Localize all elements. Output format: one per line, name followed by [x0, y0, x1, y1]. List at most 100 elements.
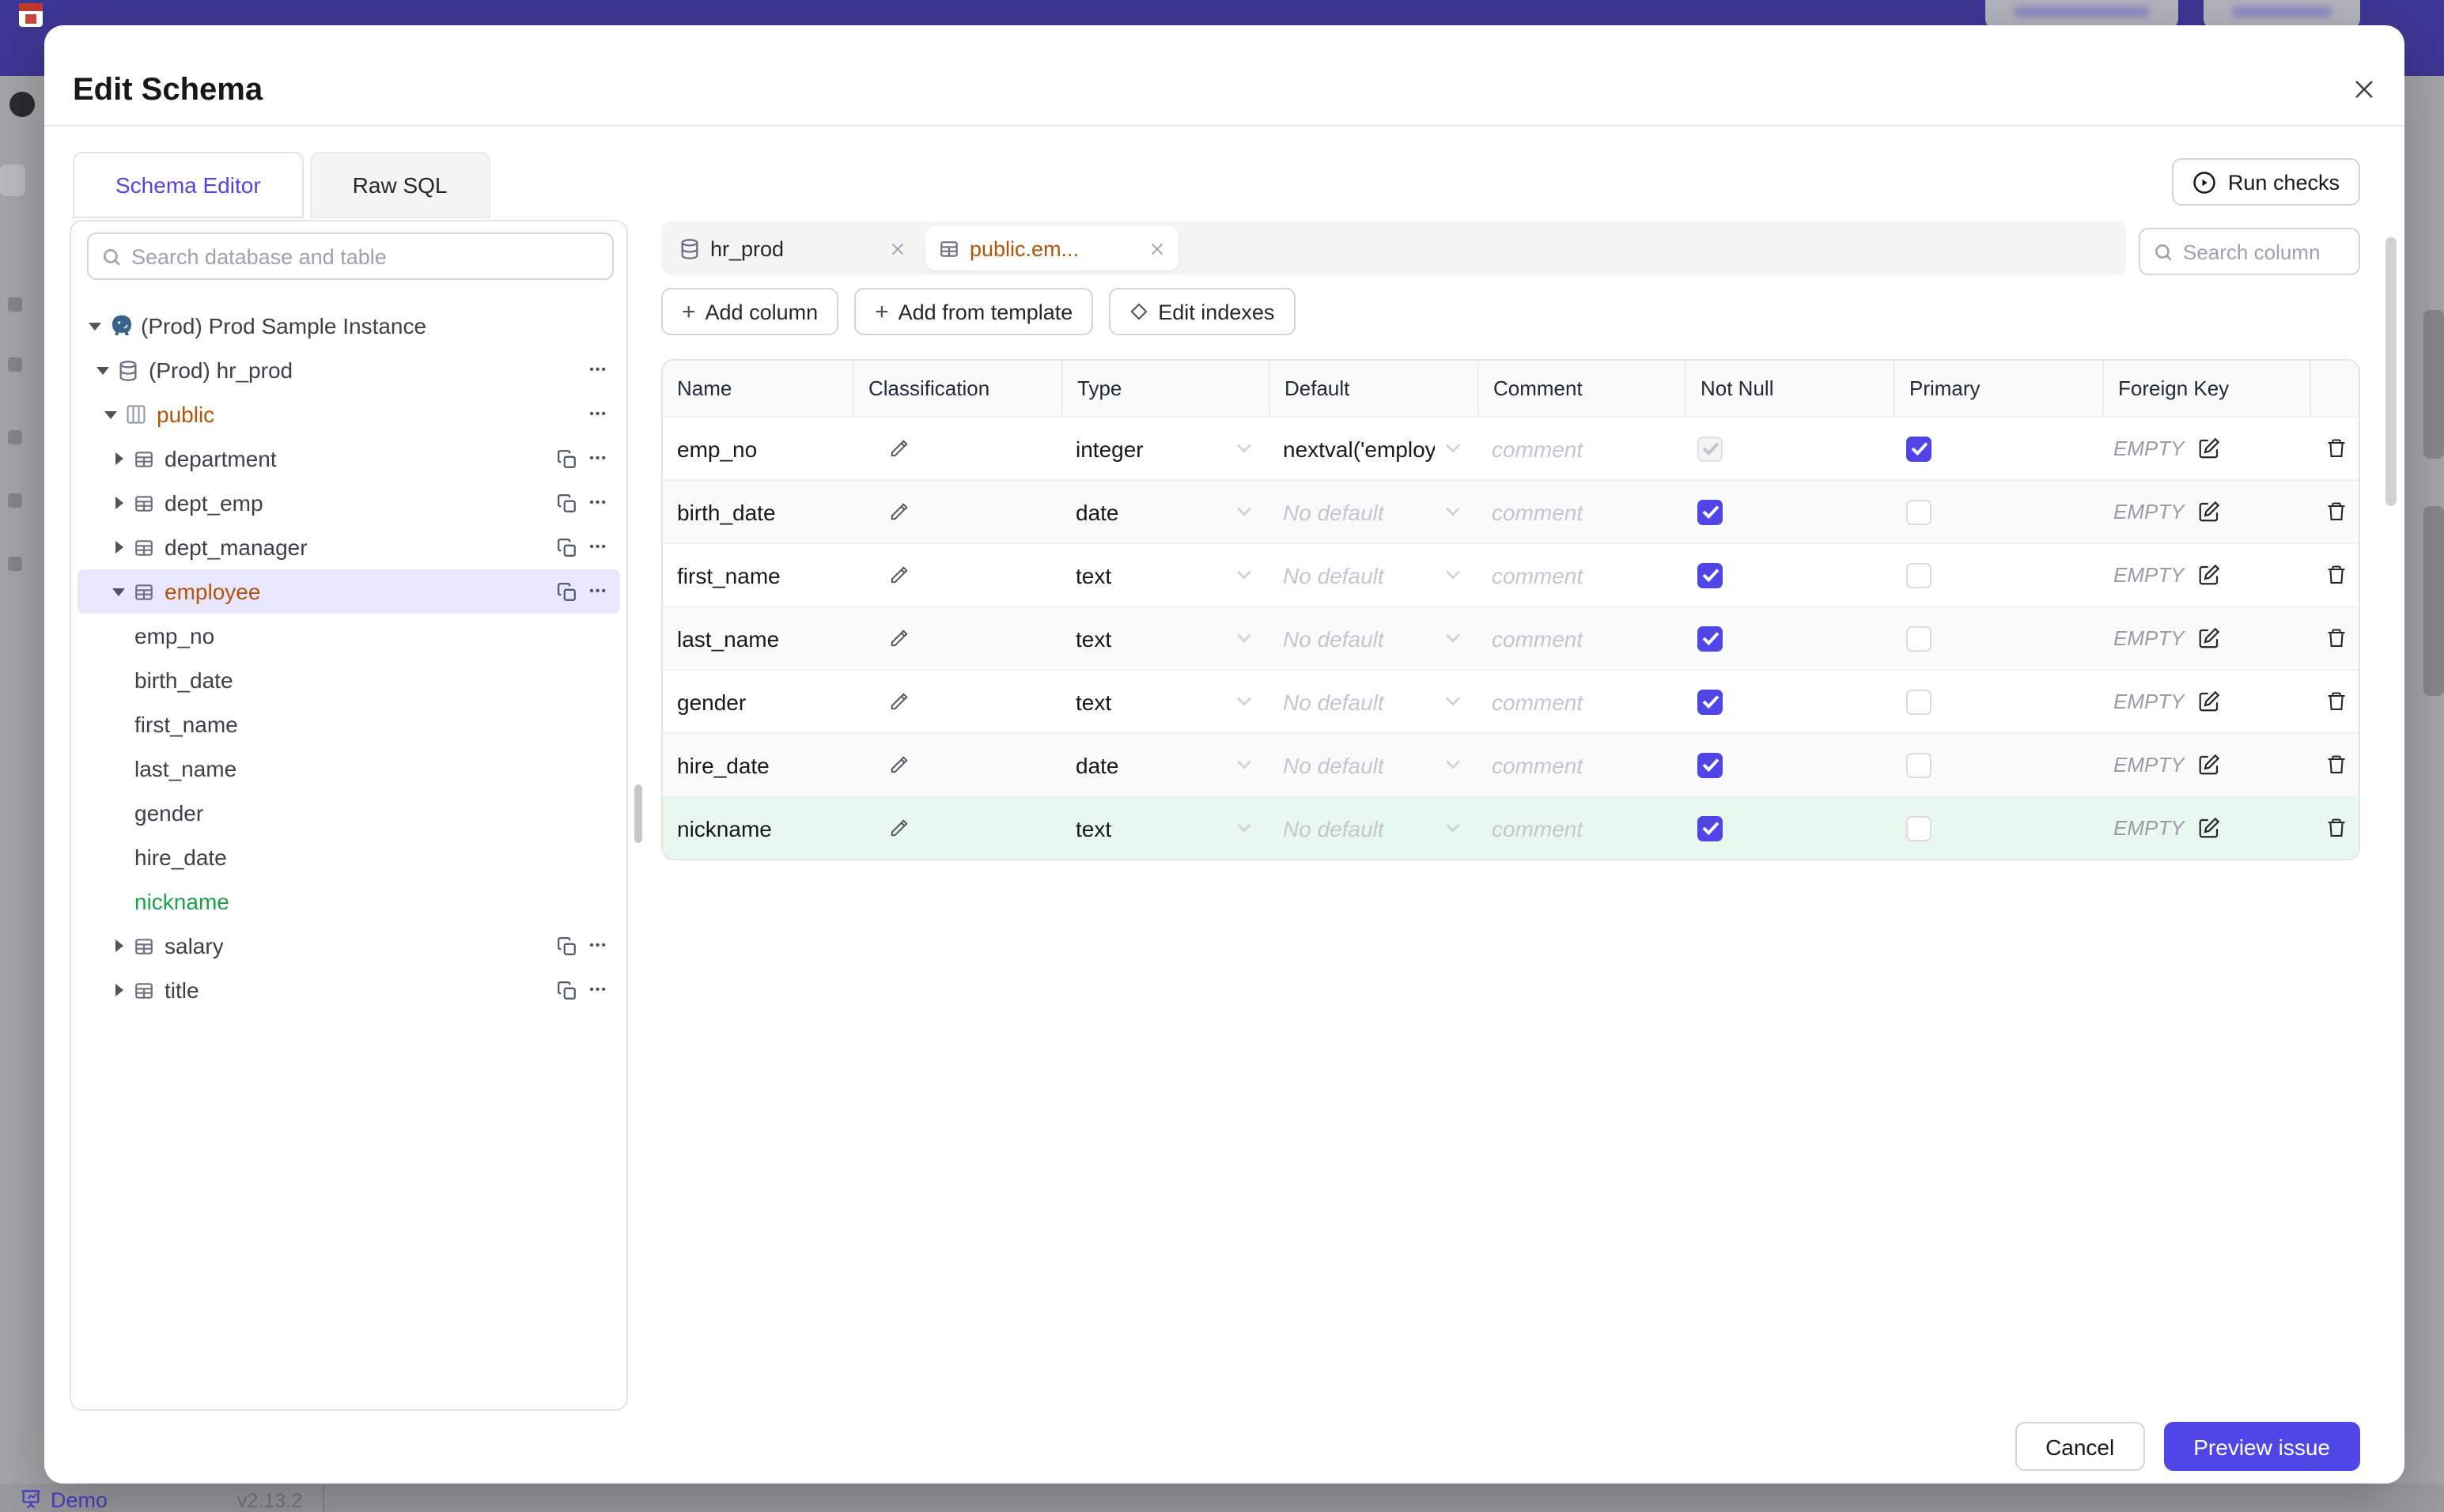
primary-checkbox[interactable]	[1906, 562, 1931, 588]
panel-resizer-handle[interactable]	[634, 784, 642, 843]
type-select[interactable]: integer	[1076, 436, 1269, 461]
edit-foreign-key-icon[interactable]	[2197, 753, 2221, 777]
editor-tab-hr_prod[interactable]: hr_prod	[666, 226, 919, 270]
edit-foreign-key-icon[interactable]	[2197, 563, 2221, 587]
delete-column-icon[interactable]	[2325, 437, 2347, 460]
column-name-field[interactable]: birth_date	[663, 481, 853, 542]
chevron-right-icon[interactable]	[108, 541, 130, 554]
classification-edit-icon[interactable]	[889, 565, 910, 585]
more-menu-icon[interactable]: •••	[589, 362, 607, 378]
default-select[interactable]: No default	[1283, 689, 1477, 714]
comment-input[interactable]: comment	[1492, 689, 1583, 714]
delete-column-icon[interactable]	[2325, 563, 2347, 587]
edit-foreign-key-icon[interactable]	[2197, 437, 2221, 460]
delete-column-icon[interactable]	[2325, 500, 2347, 524]
default-select[interactable]: No default	[1283, 499, 1477, 524]
tree-item-title[interactable]: title •••	[78, 968, 620, 1012]
column-name-field[interactable]: emp_no	[663, 418, 853, 479]
more-menu-icon[interactable]: •••	[589, 982, 607, 998]
tab-schema-editor[interactable]: Schema Editor	[73, 152, 304, 218]
more-menu-icon[interactable]: •••	[589, 451, 607, 467]
tree-item-emp_no[interactable]: emp_no	[78, 614, 620, 658]
default-select[interactable]: No default	[1283, 626, 1477, 651]
primary-checkbox[interactable]	[1906, 752, 1931, 777]
tree-item--prod--prod-sample-instance[interactable]: (Prod) Prod Sample Instance	[78, 304, 620, 348]
chevron-down-icon[interactable]	[100, 410, 122, 418]
more-menu-icon[interactable]: •••	[589, 584, 607, 599]
column-name-field[interactable]: first_name	[663, 544, 853, 606]
edit-indexes-button[interactable]: Edit indexes	[1109, 288, 1296, 335]
delete-column-icon[interactable]	[2325, 816, 2347, 840]
default-select[interactable]: No default	[1283, 752, 1477, 777]
preview-issue-button[interactable]: Preview issue	[2163, 1422, 2360, 1471]
more-menu-icon[interactable]: •••	[589, 539, 607, 555]
comment-input[interactable]: comment	[1492, 752, 1583, 777]
tree-search-input[interactable]: Search database and table	[87, 232, 614, 280]
tab-raw-sql[interactable]: Raw SQL	[309, 152, 490, 218]
comment-input[interactable]: comment	[1492, 815, 1583, 841]
classification-edit-icon[interactable]	[889, 628, 910, 648]
close-icon[interactable]	[2344, 70, 2382, 108]
default-select[interactable]: No default	[1283, 562, 1477, 588]
edit-foreign-key-icon[interactable]	[2197, 626, 2221, 650]
comment-input[interactable]: comment	[1492, 499, 1583, 524]
classification-edit-icon[interactable]	[889, 501, 910, 522]
more-menu-icon[interactable]: •••	[589, 938, 607, 954]
tree-item-dept_manager[interactable]: dept_manager •••	[78, 525, 620, 569]
classification-edit-icon[interactable]	[889, 818, 910, 838]
column-search-input[interactable]: Search column	[2139, 228, 2360, 275]
column-name-field[interactable]: nickname	[663, 797, 853, 859]
chevron-right-icon[interactable]	[108, 452, 130, 465]
column-name-field[interactable]: hire_date	[663, 734, 853, 796]
copy-icon[interactable]	[556, 980, 577, 1000]
default-select[interactable]: nextval('employ	[1283, 436, 1477, 461]
modal-scrollbar-thumb[interactable]	[2385, 237, 2397, 506]
add-column-button[interactable]: + Add column	[661, 288, 839, 335]
chevron-right-icon[interactable]	[108, 939, 130, 952]
not-null-checkbox[interactable]	[1697, 436, 1723, 461]
chevron-right-icon[interactable]	[108, 984, 130, 996]
classification-edit-icon[interactable]	[889, 754, 910, 775]
comment-input[interactable]: comment	[1492, 562, 1583, 588]
type-select[interactable]: text	[1076, 626, 1269, 651]
chevron-down-icon[interactable]	[108, 588, 130, 595]
primary-checkbox[interactable]	[1906, 815, 1931, 841]
classification-edit-icon[interactable]	[889, 438, 910, 459]
more-menu-icon[interactable]: •••	[589, 406, 607, 422]
not-null-checkbox[interactable]	[1697, 499, 1723, 524]
primary-checkbox[interactable]	[1906, 626, 1931, 651]
column-name-field[interactable]: last_name	[663, 607, 853, 669]
column-name-field[interactable]: gender	[663, 671, 853, 732]
tree-item-first_name[interactable]: first_name	[78, 702, 620, 747]
edit-foreign-key-icon[interactable]	[2197, 500, 2221, 524]
editor-tab-public-em---[interactable]: public.em...	[925, 226, 1178, 270]
run-checks-button[interactable]: Run checks	[2172, 158, 2360, 206]
default-select[interactable]: No default	[1283, 815, 1477, 841]
copy-icon[interactable]	[556, 448, 577, 469]
demo-link[interactable]: Demo	[19, 1487, 108, 1512]
not-null-checkbox[interactable]	[1697, 562, 1723, 588]
copy-icon[interactable]	[556, 581, 577, 602]
copy-icon[interactable]	[556, 493, 577, 513]
tree-item-salary[interactable]: salary •••	[78, 924, 620, 968]
tree-item-department[interactable]: department •••	[78, 437, 620, 481]
tree-item--prod--hr_prod[interactable]: (Prod) hr_prod •••	[78, 348, 620, 392]
not-null-checkbox[interactable]	[1697, 626, 1723, 651]
tree-item-birth_date[interactable]: birth_date	[78, 658, 620, 702]
close-tab-icon[interactable]	[1148, 240, 1166, 257]
classification-edit-icon[interactable]	[889, 691, 910, 712]
add-from-template-button[interactable]: + Add from template	[854, 288, 1094, 335]
primary-checkbox[interactable]	[1906, 499, 1931, 524]
tree-item-employee[interactable]: employee •••	[78, 569, 620, 614]
type-select[interactable]: text	[1076, 562, 1269, 588]
not-null-checkbox[interactable]	[1697, 689, 1723, 714]
tree-item-public[interactable]: public •••	[78, 392, 620, 437]
chevron-right-icon[interactable]	[108, 497, 130, 509]
not-null-checkbox[interactable]	[1697, 752, 1723, 777]
more-menu-icon[interactable]: •••	[589, 495, 607, 511]
delete-column-icon[interactable]	[2325, 626, 2347, 650]
type-select[interactable]: text	[1076, 689, 1269, 714]
tree-item-dept_emp[interactable]: dept_emp •••	[78, 481, 620, 525]
edit-foreign-key-icon[interactable]	[2197, 816, 2221, 840]
edit-foreign-key-icon[interactable]	[2197, 690, 2221, 713]
